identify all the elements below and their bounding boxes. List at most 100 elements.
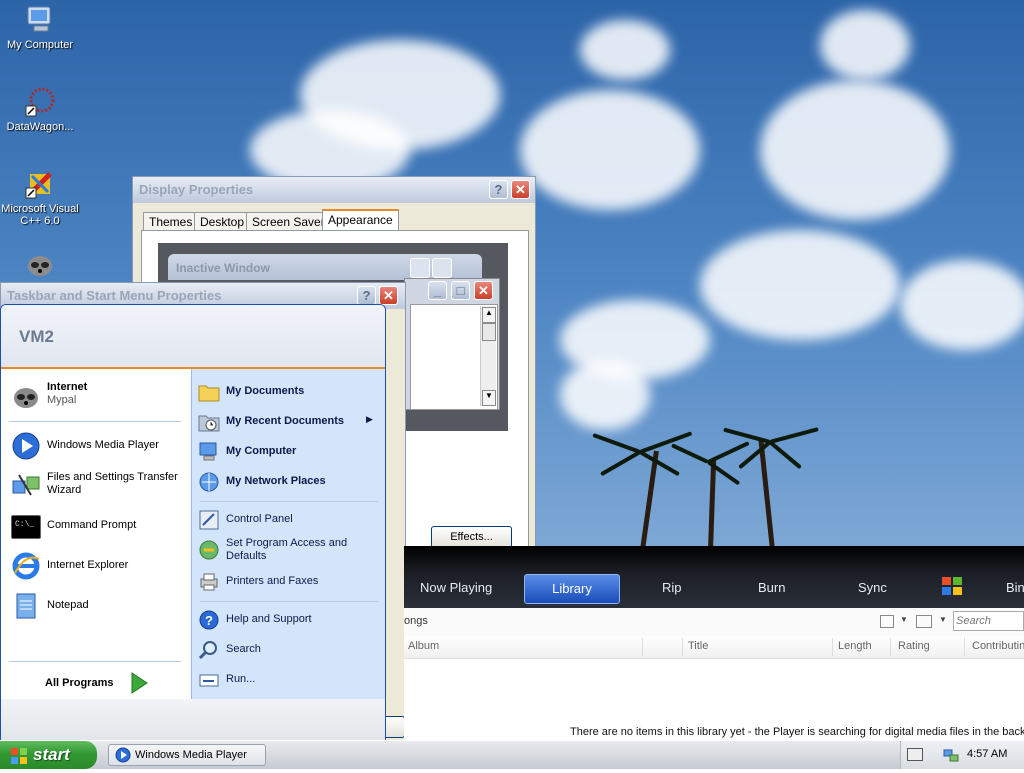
column-divider [682, 638, 683, 656]
media-player-icon [115, 747, 131, 770]
green-arrow-icon [129, 671, 149, 698]
layout-options-icon[interactable] [916, 615, 932, 628]
desktop-icon-visual-cpp[interactable]: Microsoft Visual C++ 6.0 [0, 168, 80, 227]
cloud [760, 80, 950, 220]
window-title: Taskbar and Start Menu Properties [7, 288, 222, 303]
preview-inactive-title: Inactive Window [176, 261, 270, 275]
wmp-column-headers: Album Title Length Rating Contributin [404, 636, 1024, 659]
visual-cpp-icon [24, 168, 56, 200]
tab-desktop[interactable]: Desktop [194, 212, 251, 230]
column-album[interactable]: Album [408, 640, 439, 652]
start-item-help-support[interactable]: ? Help and Support [198, 609, 378, 633]
palm-trunk [640, 450, 659, 551]
tab-screen-saver[interactable]: Screen Saver [246, 212, 331, 230]
help-button[interactable]: ? [489, 180, 508, 199]
start-item-search[interactable]: Search [198, 639, 378, 663]
taskbar: start Windows Media Player 4:57 AM [0, 740, 1024, 769]
start-item-set-program-access[interactable]: Set Program Access and Defaults [198, 537, 378, 567]
windows-media-player-window[interactable]: Now Playing Library Rip Burn Sync Bin on… [404, 546, 1024, 740]
chevron-down-icon[interactable]: ▼ [939, 615, 947, 624]
taskbar-button-windows-media-player[interactable]: Windows Media Player [108, 744, 266, 766]
start-item-windows-media-player[interactable]: Windows Media Player [11, 431, 181, 463]
separator [200, 501, 378, 502]
column-divider [832, 638, 833, 656]
cloud [560, 360, 650, 430]
all-programs-button[interactable]: All Programs [45, 671, 155, 695]
internet-explorer-icon [11, 551, 41, 581]
wmp-tab-bin[interactable]: Bin [1006, 580, 1024, 595]
column-divider [642, 638, 643, 656]
start-item-command-prompt[interactable]: C:\_ Command Prompt [11, 511, 181, 543]
column-length[interactable]: Length [838, 640, 872, 652]
raccoon-browser-icon [11, 381, 41, 411]
wmp-tab-burn[interactable]: Burn [758, 580, 785, 595]
preview-scrollbar: ▲ ▼ [480, 306, 496, 406]
close-button[interactable]: ✕ [511, 180, 530, 199]
start-item-internet[interactable]: Internet Mypal [11, 381, 181, 413]
start-item-control-panel[interactable]: Control Panel [198, 509, 378, 533]
tab-appearance[interactable]: Appearance [322, 209, 399, 231]
tab-themes[interactable]: Themes [143, 212, 199, 230]
wmp-breadcrumb[interactable]: ongs [404, 615, 428, 627]
start-item-printers-faxes[interactable]: Printers and Faxes [198, 571, 378, 595]
start-item-my-computer[interactable]: My Computer [198, 441, 378, 465]
start-item-my-network-places[interactable]: My Network Places [198, 471, 378, 495]
start-item-my-recent-documents[interactable]: My Recent Documents ▶ [198, 411, 378, 435]
start-item-run[interactable]: Run... [198, 669, 378, 693]
run-icon [198, 669, 220, 691]
start-button[interactable]: start [0, 741, 97, 769]
start-item-internet-explorer[interactable]: Internet Explorer [11, 551, 181, 583]
wmp-tab-sync[interactable]: Sync [858, 580, 887, 595]
palm-leaf [639, 450, 680, 477]
column-rating[interactable]: Rating [898, 640, 930, 652]
desktop-icon-my-computer[interactable]: My Computer [0, 4, 80, 51]
view-options-icon[interactable] [880, 615, 894, 628]
wmp-tab-rip[interactable]: Rip [662, 580, 682, 595]
help-button[interactable]: ? [357, 286, 376, 305]
network-icon[interactable] [943, 747, 959, 766]
window-title: Display Properties [139, 182, 254, 197]
windows-logo-icon [10, 746, 28, 773]
start-menu-footer [1, 699, 385, 741]
wmp-status-message: There are no items in this library yet -… [570, 726, 1024, 738]
wmp-toolbar: ongs ▼ ▼ [404, 608, 1024, 637]
scroll-thumb [482, 323, 496, 341]
separator [9, 421, 181, 422]
close-button[interactable]: ✕ [379, 286, 398, 305]
chevron-down-icon[interactable]: ▼ [900, 615, 908, 624]
separator [200, 601, 378, 602]
wmp-navbar: Now Playing Library Rip Burn Sync Bin [404, 546, 1024, 608]
keyboard-icon[interactable] [907, 748, 923, 761]
start-menu-left-pane: Internet Mypal Windows Media Player File… [1, 369, 191, 699]
palm-leaf [769, 427, 819, 444]
palm-leaf [670, 443, 709, 464]
wmp-tab-library[interactable]: Library [524, 574, 620, 604]
printer-icon [198, 571, 220, 593]
cloud [820, 10, 910, 80]
display-properties-titlebar[interactable]: Display Properties [133, 177, 535, 203]
preview-maximize-icon: □ [451, 281, 470, 300]
desktop-icon-raccoon[interactable] [0, 248, 80, 283]
cloud [900, 260, 1024, 350]
start-item-notepad[interactable]: Notepad [11, 591, 181, 623]
minimize-icon [410, 258, 430, 278]
start-item-files-settings-transfer[interactable]: Files and Settings Transfer Wizard [11, 471, 186, 503]
palm-leaf [768, 440, 802, 470]
cloud [580, 20, 670, 80]
clock[interactable]: 4:57 AM [967, 748, 1007, 760]
help-icon: ? [198, 609, 220, 631]
start-item-my-documents[interactable]: My Documents [198, 381, 378, 405]
palm-trunk [708, 459, 717, 551]
desktop-icon-datawagon[interactable]: DataWagon... [0, 86, 80, 133]
start-menu-right-pane: My Documents My Recent Documents ▶ My Co… [191, 369, 385, 699]
notepad-icon [11, 591, 41, 621]
program-access-icon [198, 539, 220, 561]
cloud [520, 90, 700, 210]
column-title[interactable]: Title [688, 640, 708, 652]
column-contributing[interactable]: Contributin [972, 640, 1024, 652]
wmp-tab-now-playing[interactable]: Now Playing [420, 580, 492, 595]
wmp-search-input[interactable] [953, 611, 1024, 631]
start-menu: VM2 Internet Mypal Windows Media Player … [0, 304, 386, 742]
effects-button[interactable]: Effects... [431, 526, 512, 548]
control-panel-icon [198, 509, 220, 531]
